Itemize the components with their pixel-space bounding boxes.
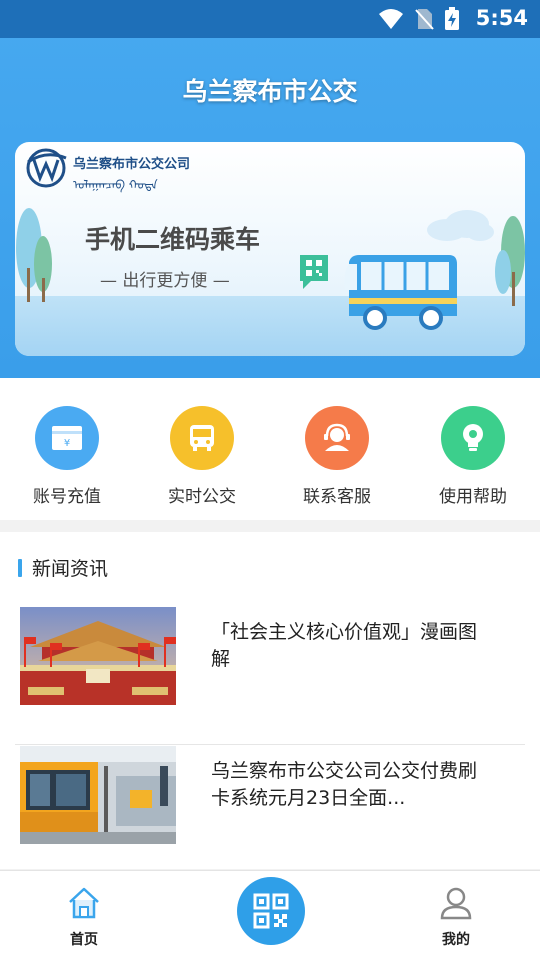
company-logo-icon bbox=[26, 148, 67, 188]
tab-mine-label: 我的 bbox=[442, 932, 470, 948]
action-recharge[interactable]: ¥ 账号充值 bbox=[17, 406, 117, 507]
header-area: 5:54 乌兰察布市公交 乌兰察布市公交公司 ᠤᠯᠠᠭᠠᠨᠴᠠᠪ ᠬᠣᠲᠠ 手机… bbox=[0, 0, 540, 378]
news-item[interactable]: 「社会主义核心价值观」漫画图解 bbox=[15, 607, 525, 745]
svg-text:¥: ¥ bbox=[64, 438, 70, 449]
news-header: 新闻资讯 bbox=[18, 554, 108, 581]
banner-subline: — 出行更方便 — bbox=[100, 271, 230, 291]
scan-qr-button[interactable] bbox=[237, 877, 305, 945]
promo-banner[interactable]: 乌兰察布市公交公司 ᠤᠯᠠᠭᠠᠨᠴᠠᠪ ᠬᠣᠲᠠ 手机二维码乘车 — 出行更方便… bbox=[15, 142, 525, 356]
qr-bubble-icon bbox=[300, 255, 328, 289]
news-section-title: 新闻资讯 bbox=[32, 558, 109, 580]
tree-icon bbox=[495, 216, 525, 306]
lightbulb-icon bbox=[441, 406, 505, 470]
tiananmen-gate-photo bbox=[20, 607, 176, 705]
tab-home[interactable]: 首页 bbox=[44, 885, 124, 949]
action-help[interactable]: 使用帮助 bbox=[423, 406, 523, 507]
home-icon bbox=[69, 887, 99, 919]
status-icons bbox=[378, 7, 460, 35]
card-recharge-icon: ¥ bbox=[35, 406, 99, 470]
company-name: 乌兰察布市公交公司 bbox=[73, 157, 191, 172]
action-realtime-bus[interactable]: 实时公交 bbox=[152, 406, 252, 507]
battery-charging-icon bbox=[444, 7, 460, 35]
news-item-title: 「社会主义核心价值观」漫画图解 bbox=[211, 621, 478, 670]
news-section: 新闻资讯 「社会主义核心价值观」漫画图解 乌兰察布市公交公司公交付费刷卡系统元月… bbox=[0, 532, 540, 884]
wifi-icon bbox=[378, 8, 404, 34]
section-accent-bar bbox=[18, 558, 22, 577]
bus-illustration bbox=[344, 255, 457, 330]
news-item-title: 乌兰察布市公交公司公交付费刷卡系统元月23日全面... bbox=[211, 760, 478, 809]
page-title: 乌兰察布市公交 bbox=[182, 77, 358, 106]
action-label: 实时公交 bbox=[168, 487, 236, 507]
clock: 5:54 bbox=[475, 6, 528, 30]
banner-headline: 手机二维码乘车 bbox=[85, 225, 261, 254]
mongolian-script: ᠤᠯᠠᠭᠠᠨᠴᠠᠪ ᠬᠣᠲᠠ bbox=[73, 178, 158, 192]
status-bar: 5:54 bbox=[0, 0, 540, 38]
bus-station-photo bbox=[20, 746, 176, 844]
quick-actions: ¥ 账号充值 实时公交 联系客服 使用帮助 bbox=[0, 378, 540, 520]
qr-code-icon bbox=[253, 893, 289, 929]
action-label: 账号充值 bbox=[33, 487, 101, 507]
action-label: 使用帮助 bbox=[439, 487, 507, 507]
bus-icon bbox=[170, 406, 234, 470]
user-icon bbox=[440, 887, 472, 920]
tree-icon bbox=[16, 208, 52, 302]
bottom-tab-bar: 首页 我的 bbox=[0, 870, 540, 960]
cloud-icon bbox=[427, 210, 494, 241]
no-sim-icon bbox=[414, 8, 434, 34]
tab-home-label: 首页 bbox=[70, 932, 98, 948]
news-item[interactable]: 乌兰察布市公交公司公交付费刷卡系统元月23日全面... bbox=[15, 746, 525, 884]
tab-mine[interactable]: 我的 bbox=[416, 885, 496, 949]
customer-service-icon bbox=[305, 406, 369, 470]
action-label: 联系客服 bbox=[303, 487, 371, 507]
action-customer-service[interactable]: 联系客服 bbox=[287, 406, 387, 507]
